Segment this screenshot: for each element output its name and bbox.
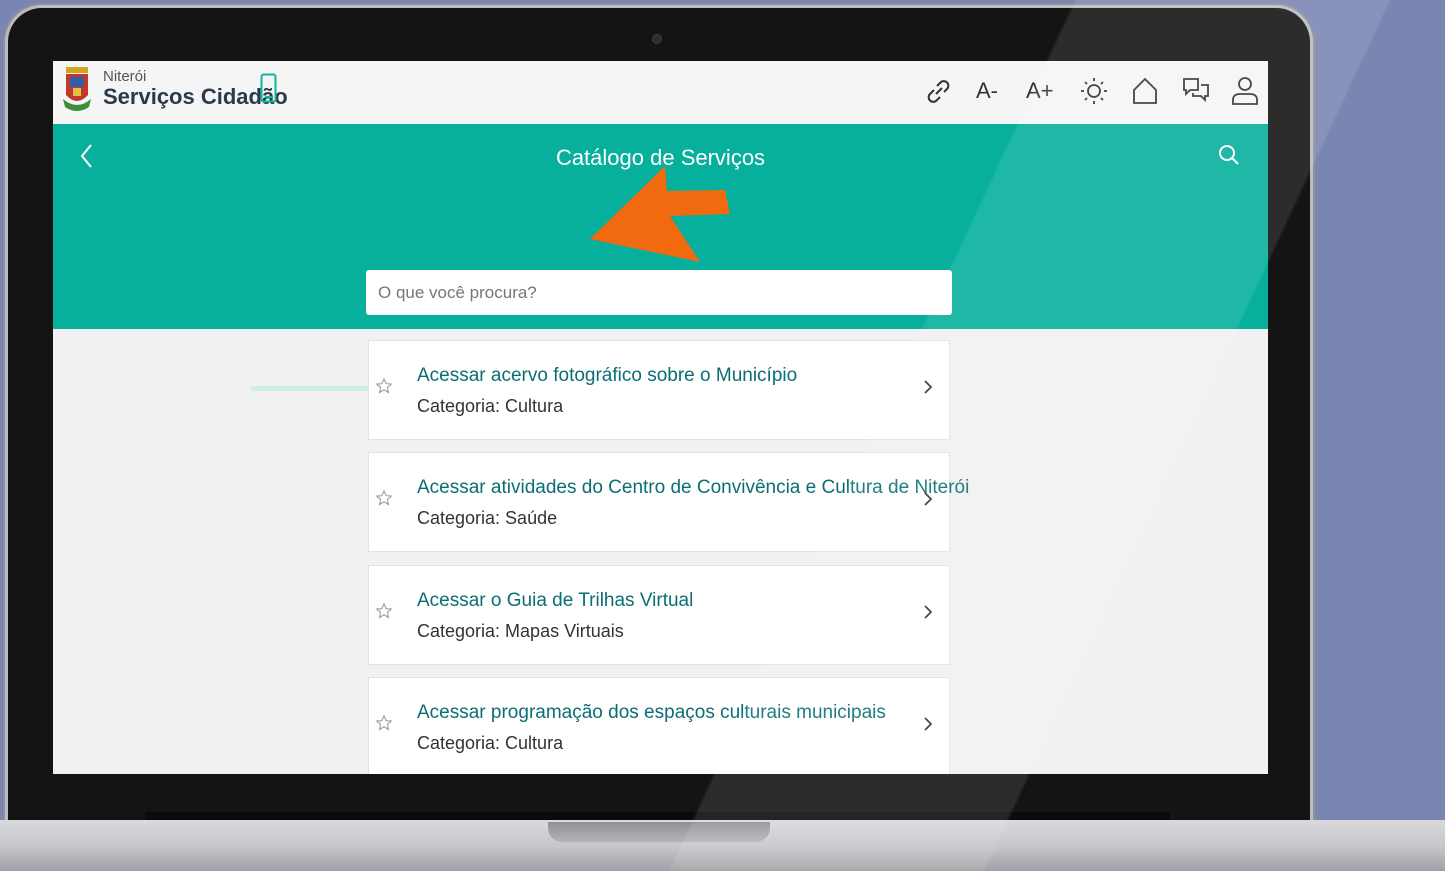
search-input[interactable] <box>366 270 952 315</box>
chat-icon[interactable] <box>1181 75 1211 107</box>
chevron-right-icon[interactable] <box>923 379 933 395</box>
service-item[interactable]: Acessar acervo fotográfico sobre o Munic… <box>368 340 950 440</box>
star-icon[interactable] <box>375 714 393 732</box>
home-icon[interactable] <box>1130 75 1160 107</box>
service-item[interactable]: Acessar programação dos espaços culturai… <box>368 677 950 774</box>
sun-icon[interactable] <box>1079 75 1109 107</box>
service-category: Categoria: Saúde <box>417 508 558 528</box>
app-screen: Niterói Serviços Cidadão A- A+ Catálogo … <box>53 61 1268 774</box>
star-icon[interactable] <box>375 489 393 507</box>
service-title[interactable]: Acessar programação dos espaços culturai… <box>417 702 886 724</box>
search-icon[interactable] <box>1218 144 1240 166</box>
top-toolbar: Niterói Serviços Cidadão A- A+ <box>53 61 1268 124</box>
catalog-header: Catálogo de Serviços Todos Favoritos <box>53 124 1268 391</box>
webcam <box>652 34 662 44</box>
chevron-right-icon[interactable] <box>923 491 933 507</box>
service-category: Categoria: Cultura <box>417 733 564 753</box>
service-title[interactable]: Acessar o Guia de Trilhas Virtual <box>417 590 693 612</box>
decrease-font-button[interactable]: A- <box>976 75 998 107</box>
service-title[interactable]: Acessar atividades do Centro de Convivên… <box>417 477 969 499</box>
increase-font-button[interactable]: A+ <box>1026 75 1054 107</box>
niteroi-crest-logo[interactable] <box>62 65 92 117</box>
laptop-chin <box>145 812 1170 820</box>
phone-icon <box>260 73 277 103</box>
service-item[interactable]: Acessar o Guia de Trilhas Virtual Catego… <box>368 565 950 665</box>
user-icon[interactable] <box>1230 75 1260 107</box>
star-icon[interactable] <box>375 377 393 395</box>
laptop-notch <box>548 822 770 842</box>
service-item[interactable]: Acessar atividades do Centro de Convivên… <box>368 452 969 552</box>
service-category: Categoria: Cultura <box>417 396 564 416</box>
page-title: Catálogo de Serviços <box>555 145 766 170</box>
link-icon[interactable] <box>923 75 953 107</box>
service-title[interactable]: Acessar acervo fotográfico sobre o Munic… <box>417 365 797 387</box>
chevron-right-icon[interactable] <box>923 716 933 732</box>
service-category: Categoria: Mapas Virtuais <box>417 621 624 641</box>
chevron-right-icon[interactable] <box>923 604 933 620</box>
star-icon[interactable] <box>375 602 393 620</box>
brand-city: Niterói <box>103 68 147 85</box>
